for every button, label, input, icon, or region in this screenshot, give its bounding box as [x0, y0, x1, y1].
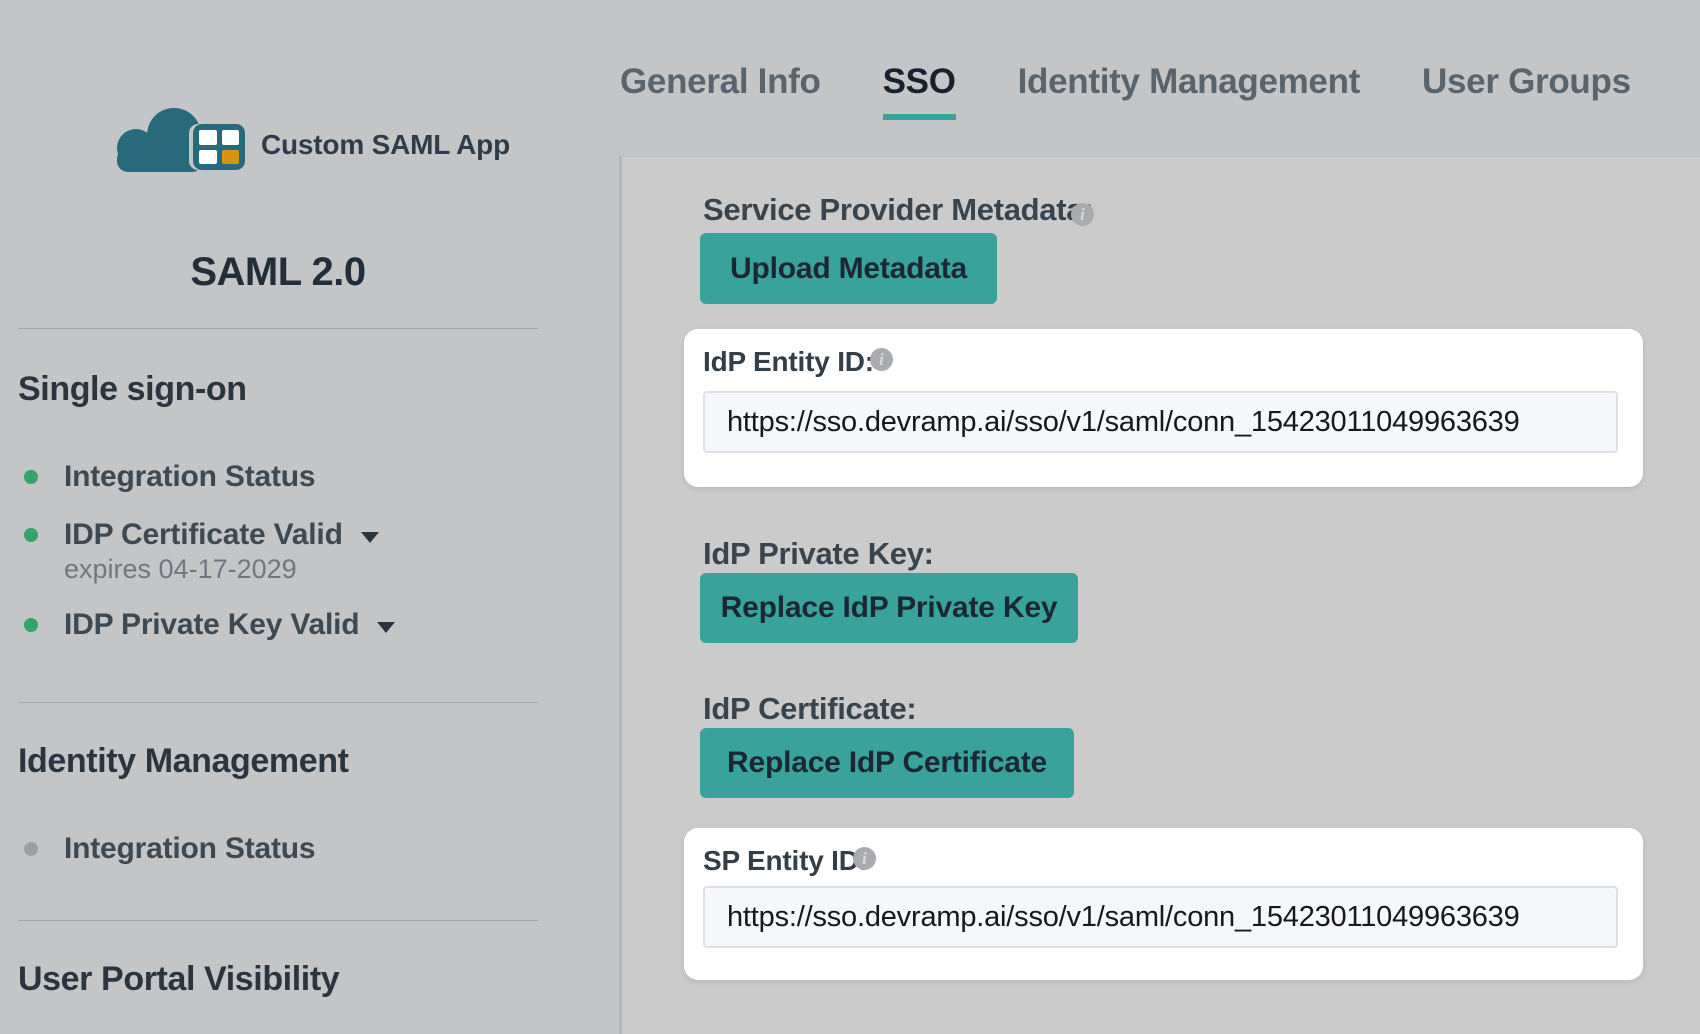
sp-entity-id-label: SP Entity ID: — [703, 845, 868, 877]
tab-identity-management[interactable]: Identity Management — [1018, 62, 1360, 120]
app-logo: Custom SAML App — [115, 108, 510, 172]
status-dot-green — [24, 470, 38, 484]
status-row-idm-integration-status: Integration Status — [24, 832, 315, 866]
replace-idp-private-key-button[interactable]: Replace IdP Private Key — [700, 573, 1078, 643]
chevron-down-icon[interactable] — [377, 622, 395, 633]
idp-certificate-label: IdP Certificate: — [703, 691, 916, 727]
idp-entity-id-label: IdP Entity ID: — [703, 346, 874, 378]
idp-entity-id-card: IdP Entity ID: i — [684, 329, 1643, 487]
status-dot-green — [24, 528, 38, 542]
status-row-idp-certificate-valid[interactable]: IDP Certificate Valid — [24, 518, 379, 552]
section-title-identity-management: Identity Management — [18, 742, 349, 781]
grid-cell — [222, 130, 240, 145]
upload-metadata-button[interactable]: Upload Metadata — [700, 233, 997, 304]
status-dot-gray — [24, 842, 38, 856]
info-icon[interactable]: i — [853, 847, 876, 870]
section-title-user-portal-visibility: User Portal Visibility — [18, 960, 339, 999]
app-grid-icon — [193, 124, 245, 170]
status-label: IDP Certificate Valid — [64, 518, 343, 552]
sidebar-divider — [18, 702, 538, 703]
status-dot-green — [24, 618, 38, 632]
idp-private-key-label: IdP Private Key: — [703, 536, 934, 572]
sp-entity-id-card: SP Entity ID: i — [684, 828, 1643, 980]
app-logo-label: Custom SAML App — [261, 129, 510, 161]
sidebar-divider — [18, 920, 538, 921]
chevron-down-icon[interactable] — [361, 532, 379, 543]
idp-entity-id-input[interactable] — [703, 391, 1618, 453]
grid-cell — [199, 150, 217, 165]
status-label: Integration Status — [64, 832, 315, 866]
tab-sso[interactable]: SSO — [883, 62, 956, 120]
tab-general-info[interactable]: General Info — [620, 62, 821, 120]
info-icon[interactable]: i — [870, 348, 893, 371]
status-row-idp-private-key-valid[interactable]: IDP Private Key Valid — [24, 608, 395, 642]
certificate-expiry-text: expires 04-17-2029 — [64, 554, 297, 585]
sidebar-divider — [18, 328, 538, 329]
grid-cell-amber — [222, 150, 240, 165]
protocol-title: SAML 2.0 — [18, 250, 538, 295]
saml-connector-screen: General Info SSO Identity Management Use… — [0, 0, 1700, 1034]
service-provider-metadata-label: Service Provider Metadata: — [703, 192, 1093, 228]
replace-idp-certificate-button[interactable]: Replace IdP Certificate — [700, 728, 1074, 798]
status-label: IDP Private Key Valid — [64, 608, 359, 642]
info-icon[interactable]: i — [1071, 203, 1094, 226]
status-label: Integration Status — [64, 460, 315, 494]
section-title-single-sign-on: Single sign-on — [18, 370, 247, 409]
tab-user-groups[interactable]: User Groups — [1422, 62, 1631, 120]
status-row-integration-status: Integration Status — [24, 460, 315, 494]
tab-bar: General Info SSO Identity Management Use… — [620, 62, 1631, 120]
grid-cell — [199, 130, 217, 145]
sp-entity-id-input[interactable] — [703, 886, 1618, 948]
sidebar: Custom SAML App SAML 2.0 Single sign-on … — [0, 0, 619, 1034]
